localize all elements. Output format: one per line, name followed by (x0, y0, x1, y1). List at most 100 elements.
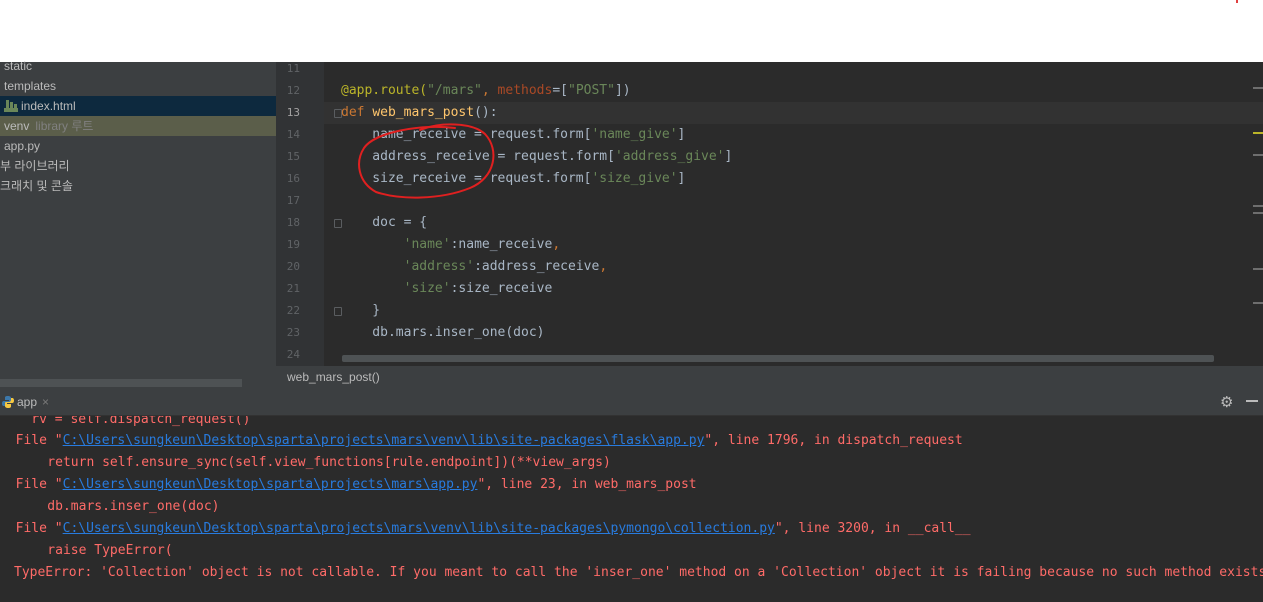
tree-item-label: static (4, 59, 33, 73)
code-editor[interactable]: 11 12 13 14 15 16 17 18 19 20 21 22 23 2… (276, 62, 1263, 366)
code-line-13: def web_mars_post(): (341, 102, 1241, 124)
code-line-15: address_receive = request.form['address_… (341, 146, 1241, 168)
code-text: address_receive = request.form[ (341, 149, 615, 164)
string-literal: 'size_give' (591, 171, 678, 186)
html-file-icon (4, 100, 18, 112)
console-text: db.mars.inser_one(doc) (16, 499, 220, 514)
console-line: return self.ensure_sync(self.view_functi… (0, 452, 1263, 474)
code-line-19: 'name':name_receive, (341, 234, 1241, 256)
error-stripe-marker[interactable] (1253, 302, 1263, 304)
console-line: db.mars.inser_one(doc) (0, 496, 1263, 518)
punctuation: (): (474, 105, 498, 120)
punctuation: , (599, 259, 608, 274)
console-line: rv = self.dispatch_request() (0, 416, 251, 427)
code-line-16: size_receive = request.form['size_give'] (341, 168, 1241, 190)
tree-item-app-py[interactable]: app.py (0, 136, 276, 156)
console-error-line: TypeError: 'Collection' object is not ca… (14, 565, 1263, 580)
sidebar-scrollbar[interactable] (0, 379, 242, 387)
punctuation: , (481, 83, 498, 98)
string-literal: "/mars" (427, 83, 482, 98)
error-stripe-marker[interactable] (1253, 205, 1263, 207)
tree-item-label: app.py (4, 139, 41, 153)
breadcrumb: web_mars_post() (276, 366, 1263, 388)
string-literal: 'name' (403, 237, 451, 252)
console-text: ", line 1796, in dispatch_request (704, 433, 963, 448)
code-line-12: @app.route("/mars", methods=["POST"]) (341, 80, 1241, 102)
line-number: 24 (286, 348, 300, 361)
minimize-icon[interactable] (1246, 400, 1258, 402)
code-line-21: 'size':size_receive (341, 278, 1241, 300)
line-number: 23 (286, 326, 300, 339)
tree-item-static[interactable]: static (0, 56, 276, 76)
tree-item-label: index.html (21, 99, 76, 113)
console-text: File " (0, 521, 63, 536)
decorator-text: @app.route( (341, 83, 428, 98)
code-text: :size_receive (450, 281, 553, 296)
punctuation: =[ (552, 83, 568, 98)
tree-item-label: 크래치 및 콘솔 (0, 179, 73, 193)
code-line-22: } (341, 300, 1241, 322)
top-blank-area (0, 0, 1263, 62)
tree-item-label: templates (4, 79, 57, 93)
function-name: web_mars_post (372, 105, 475, 120)
error-stripe-marker[interactable] (1253, 212, 1263, 214)
python-icon (2, 396, 14, 408)
tree-item-venv[interactable]: venv library 루트 (0, 116, 276, 136)
run-toolbar: app × ⚙ (0, 388, 1263, 416)
error-stripe-marker[interactable] (1253, 87, 1263, 89)
line-number: 13 (286, 106, 300, 119)
code-text: doc = { (341, 215, 428, 230)
console-text: File " (0, 477, 63, 492)
error-stripe-marker[interactable] (1253, 268, 1263, 270)
code-line-20: 'address':address_receive, (341, 256, 1241, 278)
file-path-link[interactable]: C:\Users\sungkeun\Desktop\sparta\project… (63, 433, 705, 448)
console-text: raise TypeError( (16, 543, 173, 558)
run-console[interactable]: rv = self.dispatch_request() File "C:\Us… (0, 416, 1263, 602)
tree-item-scratches[interactable]: 크래치 및 콘솔 (0, 176, 276, 196)
run-tab-label: app (17, 395, 38, 409)
close-icon[interactable]: × (42, 395, 49, 409)
line-number: 19 (286, 238, 300, 251)
breadcrumb-item[interactable]: web_mars_post() (287, 370, 380, 384)
tree-item-templates[interactable]: templates (0, 76, 276, 96)
code-text: db.mars.inser_one(doc) (341, 325, 545, 340)
run-tab-app[interactable]: app × (0, 388, 49, 416)
tree-item-label: venv (4, 119, 30, 133)
code-text: } (341, 303, 381, 318)
tree-item-index-html[interactable]: index.html (0, 96, 276, 116)
code-line-14: name_receive = request.form['name_give'] (341, 124, 1241, 146)
console-text: ", line 3200, in __call__ (774, 521, 971, 536)
console-line: File "C:\Users\sungkeun\Desktop\sparta\p… (0, 474, 1263, 496)
code-text: name_receive = request.form[ (341, 127, 592, 142)
code-text: ] (677, 127, 686, 142)
red-mark (1236, 0, 1238, 3)
code-text: :address_receive (474, 259, 600, 274)
editor-horizontal-scrollbar[interactable] (342, 355, 1214, 362)
tree-item-external-libraries[interactable]: 부 라이브러리 (0, 156, 276, 176)
line-number: 12 (286, 84, 300, 97)
project-sidebar: static templates index.html venv library … (0, 59, 276, 388)
line-number: 14 (286, 128, 300, 141)
punctuation: ]) (614, 83, 631, 98)
line-number: 21 (286, 282, 300, 295)
string-literal: "POST" (568, 83, 615, 98)
keyword-argument: methods (497, 83, 553, 98)
tree-item-label: 부 라이브러리 (0, 159, 70, 173)
file-path-link[interactable]: C:\Users\sungkeun\Desktop\sparta\project… (63, 477, 478, 492)
line-number: 11 (286, 62, 300, 75)
string-literal: 'address' (403, 259, 475, 274)
line-number: 15 (286, 150, 300, 163)
error-stripe-marker[interactable] (1253, 154, 1263, 156)
file-path-link[interactable]: C:\Users\sungkeun\Desktop\sparta\project… (63, 521, 775, 536)
code-text: size_receive = request.form[ (341, 171, 592, 186)
console-line: raise TypeError( (0, 540, 1263, 562)
error-stripe-marker[interactable] (1253, 132, 1263, 134)
tree-item-suffix: library 루트 (35, 119, 94, 133)
line-number: 16 (286, 172, 300, 185)
gear-icon[interactable]: ⚙ (1220, 393, 1233, 411)
line-number: 20 (286, 260, 300, 273)
console-text: return self.ensure_sync(self.view_functi… (16, 455, 611, 470)
code-text: :name_receive (450, 237, 553, 252)
